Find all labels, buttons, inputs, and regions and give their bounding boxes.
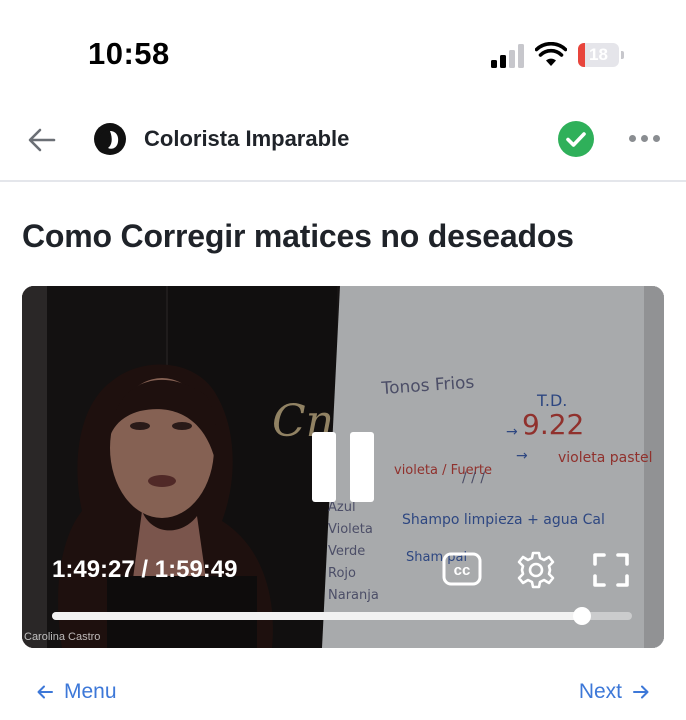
next-link[interactable]: Next bbox=[579, 680, 650, 704]
elapsed-time: 1:49:27 bbox=[52, 556, 135, 583]
top-nav-bar: Colorista Imparable bbox=[0, 100, 686, 182]
fullscreen-icon[interactable] bbox=[592, 552, 630, 588]
video-title: Como Corregir matices no deseados bbox=[22, 218, 574, 254]
cellular-signal-icon bbox=[491, 44, 525, 68]
progress-fill bbox=[52, 612, 582, 620]
battery-icon: 18 bbox=[578, 43, 624, 67]
pause-icon[interactable] bbox=[312, 432, 374, 502]
arrow-right-icon bbox=[633, 685, 649, 699]
menu-label: Menu bbox=[64, 680, 117, 703]
video-watermark: Carolina Castro bbox=[24, 631, 101, 643]
battery-level: 18 bbox=[589, 45, 608, 64]
arrow-left-icon[interactable] bbox=[26, 124, 58, 156]
channel-avatar[interactable] bbox=[88, 117, 132, 161]
gear-icon[interactable] bbox=[516, 550, 556, 590]
progress-bar[interactable] bbox=[52, 607, 632, 625]
time-readout: 1:49:27 / 1:59:49 bbox=[52, 556, 237, 584]
progress-thumb[interactable] bbox=[572, 607, 591, 625]
video-player[interactable]: Cn Tonos Frios T.D. 9.22 → → violeta pas… bbox=[22, 286, 664, 648]
status-time: 10:58 bbox=[88, 36, 170, 71]
closed-captions-icon[interactable]: cc bbox=[442, 552, 482, 586]
channel-name[interactable]: Colorista Imparable bbox=[144, 126, 349, 152]
status-bar: 10:58 18 bbox=[0, 0, 686, 100]
next-label: Next bbox=[578, 680, 622, 703]
wifi-icon bbox=[535, 42, 567, 66]
time-separator: / bbox=[134, 556, 155, 583]
menu-link[interactable]: Menu bbox=[36, 680, 117, 704]
svg-text:cc: cc bbox=[454, 562, 471, 579]
total-duration: 1:59:49 bbox=[154, 556, 238, 583]
channel-logo bbox=[94, 123, 126, 155]
ellipsis-icon[interactable] bbox=[629, 135, 661, 145]
check-circle-icon bbox=[558, 121, 594, 157]
arrow-left-icon bbox=[37, 685, 53, 699]
